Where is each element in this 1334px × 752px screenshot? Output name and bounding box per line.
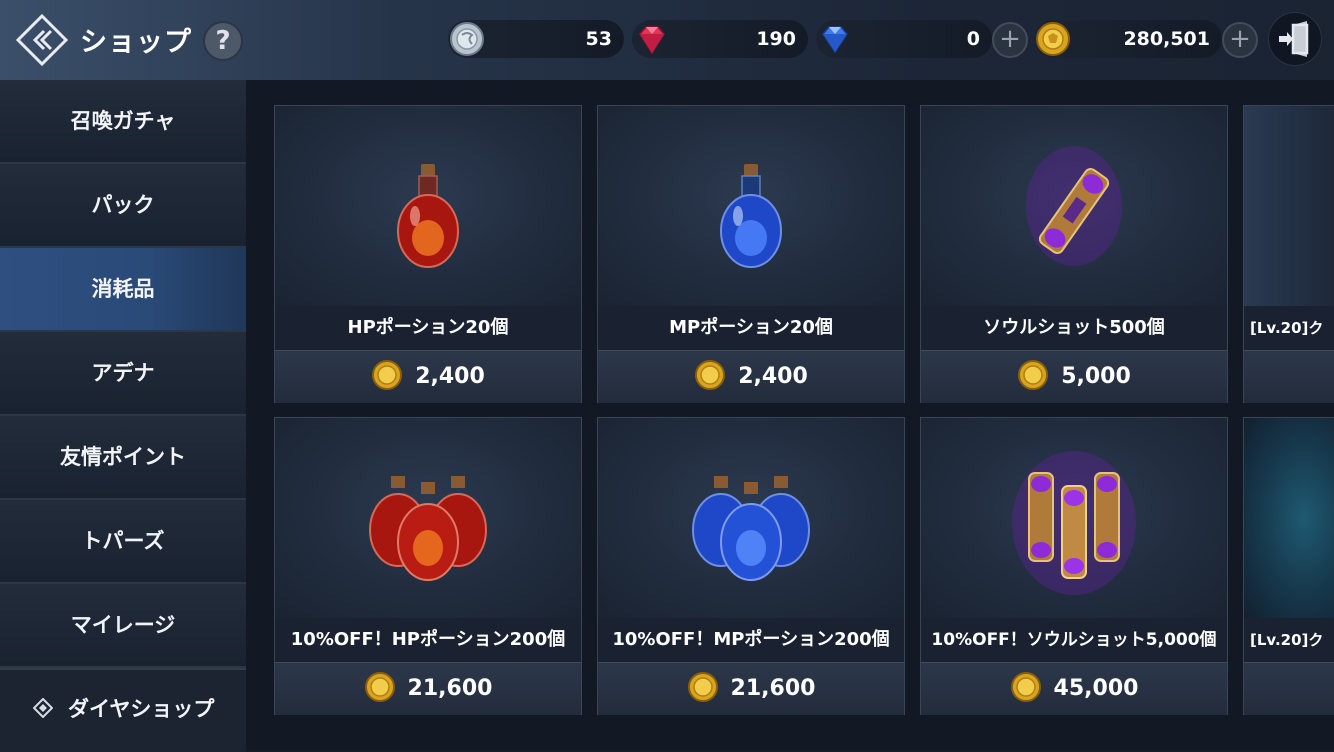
silver-coin-icon <box>450 22 484 56</box>
add-diamond-button[interactable]: + <box>992 22 1028 58</box>
product-price: 21,600 <box>407 676 493 701</box>
buy-button[interactable]: 21,600 <box>598 662 904 715</box>
product-art <box>598 418 904 618</box>
product-name: 10%OFF！ソウルショット5,000個 <box>921 618 1227 662</box>
gold-coin-icon <box>1010 671 1042 703</box>
product-price: 21,600 <box>730 676 816 701</box>
sidebar-item-pack[interactable]: パック <box>0 164 246 248</box>
product-card-partial[interactable]: [Lv.20]ク <box>1243 417 1334 715</box>
buy-button[interactable] <box>1244 662 1334 715</box>
product-name: [Lv.20]ク <box>1244 306 1334 350</box>
gold-coin-icon <box>687 671 719 703</box>
sidebar-item-summon-gacha[interactable]: 召喚ガチャ <box>0 80 246 164</box>
gold-coin-icon <box>371 359 403 391</box>
blue-potions-bundle-icon <box>692 476 810 581</box>
buy-button[interactable]: 45,000 <box>921 662 1227 715</box>
product-price: 2,400 <box>738 364 808 389</box>
product-price: 2,400 <box>415 364 485 389</box>
currency-silver: 53 <box>448 20 624 58</box>
red-gem-icon <box>639 26 665 55</box>
currency-silver-value: 53 <box>585 28 612 50</box>
product-name: 10%OFF！HPポーション200個 <box>275 618 581 662</box>
currency-blue-diamond: 0 <box>816 20 992 58</box>
product-card-mp-potion-20[interactable]: MPポーション20個 2,400 <box>597 105 905 403</box>
product-price: 5,000 <box>1061 364 1131 389</box>
gold-coin-icon <box>1017 359 1049 391</box>
product-card-soulshot-5000[interactable]: 10%OFF！ソウルショット5,000個 45,000 <box>920 417 1228 715</box>
buy-button[interactable]: 5,000 <box>921 350 1227 403</box>
product-art <box>275 106 581 306</box>
soulshot-bundle-icon <box>1012 451 1136 595</box>
product-art <box>921 106 1227 306</box>
currency-blue-diamond-value: 0 <box>966 28 980 50</box>
currency-gold-value: 280,501 <box>1123 28 1210 50</box>
buy-button[interactable]: 2,400 <box>598 350 904 403</box>
currency-red-gem-value: 190 <box>756 28 796 50</box>
sidebar-item-mileage[interactable]: マイレージ <box>0 584 246 668</box>
red-potion-icon <box>397 164 459 268</box>
diamond-shop-label: ダイヤショップ <box>68 697 215 721</box>
product-art <box>921 418 1227 618</box>
diamond-icon <box>33 698 53 718</box>
back-diamond-icon <box>15 13 69 67</box>
gold-coin-icon <box>1036 22 1070 56</box>
product-art <box>275 418 581 618</box>
buy-button[interactable]: 21,600 <box>275 662 581 715</box>
gold-coin-icon <box>694 359 726 391</box>
product-card-soulshot-500[interactable]: ソウルショット500個 5,000 <box>920 105 1228 403</box>
sidebar-item-adena[interactable]: アデナ <box>0 332 246 416</box>
exit-door-icon <box>1279 21 1309 57</box>
page-title: ショップ <box>80 27 192 58</box>
gold-coin-icon <box>364 671 396 703</box>
currency-red-gem: 190 <box>632 20 808 58</box>
product-card-hp-potion-200[interactable]: 10%OFF！HPポーション200個 21,600 <box>274 417 582 715</box>
blue-potion-icon <box>720 164 782 268</box>
top-bar: ショップ ? 53 190 0 + 280,501 + <box>0 0 1334 82</box>
product-art <box>598 106 904 306</box>
buy-button[interactable]: 2,400 <box>275 350 581 403</box>
back-button[interactable] <box>15 13 69 67</box>
currency-gold: 280,501 <box>1034 20 1222 58</box>
buy-button[interactable] <box>1244 350 1334 403</box>
diamond-shop-button[interactable]: ダイヤショップ <box>0 668 246 752</box>
product-grid: HPポーション20個 2,400 MPポーション20個 2,400 ソウルショッ… <box>246 80 1334 750</box>
product-name: 10%OFF！MPポーション200個 <box>598 618 904 662</box>
product-card-mp-potion-200[interactable]: 10%OFF！MPポーション200個 21,600 <box>597 417 905 715</box>
sidebar: 召喚ガチャ パック 消耗品 アデナ 友情ポイント トパーズ マイレージ ダイヤシ… <box>0 80 246 752</box>
product-price: 45,000 <box>1053 676 1139 701</box>
product-name: HPポーション20個 <box>275 306 581 350</box>
product-name: [Lv.20]ク <box>1244 618 1334 662</box>
sidebar-item-topaz[interactable]: トパーズ <box>0 500 246 584</box>
exit-button[interactable] <box>1268 12 1322 66</box>
product-art <box>1244 418 1334 618</box>
product-name: ソウルショット500個 <box>921 306 1227 350</box>
product-name: MPポーション20個 <box>598 306 904 350</box>
help-button[interactable]: ? <box>203 21 243 61</box>
product-card-hp-potion-20[interactable]: HPポーション20個 2,400 <box>274 105 582 403</box>
product-card-partial[interactable]: [Lv.20]ク <box>1243 105 1334 403</box>
sidebar-item-friendship-points[interactable]: 友情ポイント <box>0 416 246 500</box>
soulshot-icon <box>1026 146 1122 266</box>
add-gold-button[interactable]: + <box>1222 22 1258 58</box>
product-art <box>1244 106 1334 306</box>
blue-diamond-icon <box>822 26 848 54</box>
sidebar-item-consumables[interactable]: 消耗品 <box>0 248 246 332</box>
red-potions-bundle-icon <box>369 476 487 581</box>
